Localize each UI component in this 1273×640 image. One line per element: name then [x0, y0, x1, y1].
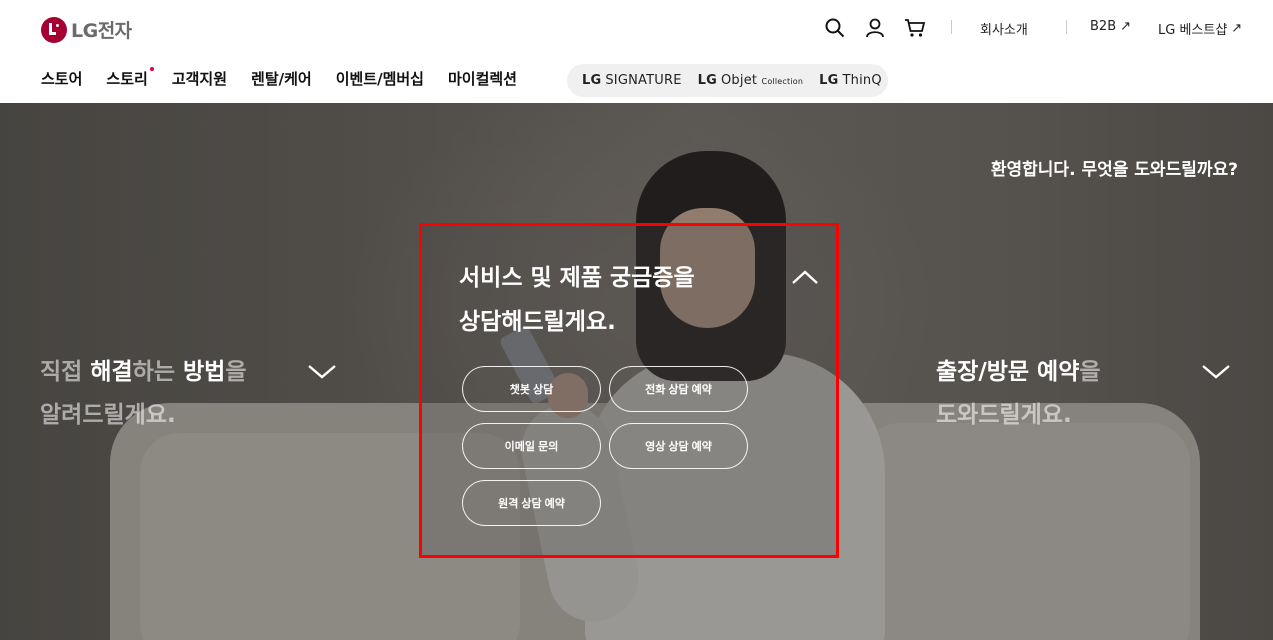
- self-solve-line2: 알려드릴게요.: [40, 402, 176, 428]
- video-consult-button[interactable]: 영상 상담 예약: [609, 423, 748, 469]
- chatbot-consult-button[interactable]: 챗봇 상담: [462, 366, 601, 412]
- support-hero: 환영합니다. 무엇을 도와드릴까요? 직접 해결하는 방법을 알려드릴게요. 서…: [0, 103, 1273, 640]
- remote-consult-button[interactable]: 원격 상담 예약: [462, 480, 601, 526]
- brand-thinq-link[interactable]: LG ThinQ: [819, 73, 882, 88]
- phone-consult-button[interactable]: 전화 상담 예약: [609, 366, 748, 412]
- user-icon[interactable]: [863, 16, 887, 40]
- brand-name: Objet: [721, 73, 758, 88]
- lg-logo-mark-icon: [41, 16, 67, 43]
- b2b-label: B2B: [1090, 19, 1117, 34]
- brand-signature-link[interactable]: LG SIGNATURE: [582, 73, 682, 88]
- title-highlight-text: 방법: [182, 359, 226, 385]
- nav-item-story-label: 스토리: [106, 70, 148, 88]
- title-highlight-text: 해결: [90, 359, 133, 385]
- visit-booking-line2: 도와드릴게요.: [936, 402, 1072, 428]
- brand-lg-mark: LG: [582, 73, 602, 88]
- title-dim-text: 하는: [132, 359, 183, 385]
- brand-objet-link[interactable]: LG Objet Collection: [698, 73, 803, 88]
- consult-panel: 서비스 및 제품 궁금증을 상담해드릴게요. 챗봇 상담 전화 상담 예약 이메…: [419, 223, 839, 558]
- lg-logo[interactable]: LG전자: [41, 16, 132, 43]
- util-divider: [951, 20, 952, 34]
- external-arrow-icon: ↗: [1120, 19, 1132, 34]
- brand-lg-mark: LG: [819, 73, 839, 88]
- nav-item-support[interactable]: 고객지원: [172, 68, 227, 89]
- brand-name: SIGNATURE: [605, 73, 682, 88]
- consult-title: 서비스 및 제품 궁금증을 상담해드릴게요.: [459, 256, 695, 344]
- chevron-down-icon[interactable]: [306, 361, 338, 381]
- site-header: LG전자 회사소개 B2B ↗ LG 베스트샵 ↗ 스토어 스토리 고객지원 렌…: [0, 0, 1273, 103]
- visit-booking-line1: 출장/방문 예약을: [936, 351, 1101, 394]
- chevron-down-icon[interactable]: [1200, 361, 1232, 381]
- nav-item-my-collection[interactable]: 마이컬렉션: [448, 68, 517, 89]
- title-dim-text: 을: [225, 359, 247, 385]
- company-intro-label: 회사소개: [980, 23, 1028, 38]
- email-inquiry-button[interactable]: 이메일 문의: [462, 423, 601, 469]
- title-dim-text: 직접: [40, 359, 91, 385]
- new-badge-dot: [149, 67, 154, 71]
- bestshop-link[interactable]: LG 베스트샵 ↗: [1158, 19, 1242, 38]
- self-solve-title[interactable]: 직접 해결하는 방법을 알려드릴게요.: [40, 351, 246, 437]
- logo-text: LG전자: [71, 20, 132, 42]
- consult-title-line1: 서비스 및 제품 궁금증을: [459, 265, 695, 291]
- b2b-link[interactable]: B2B ↗: [1090, 19, 1131, 34]
- main-nav: 스토어 스토리 고객지원 렌탈/케어 이벤트/멤버십 마이컬렉션: [41, 67, 541, 89]
- visit-booking-title[interactable]: 출장/방문 예약을 도와드릴게요.: [936, 351, 1101, 437]
- nav-item-event[interactable]: 이벤트/멤버십: [336, 68, 424, 89]
- external-arrow-icon: ↗: [1231, 21, 1243, 36]
- bestshop-label: LG 베스트샵: [1158, 23, 1228, 38]
- brand-name: ThinQ: [842, 73, 882, 88]
- nav-item-store[interactable]: 스토어: [41, 68, 82, 89]
- brand-lg-mark: LG: [697, 73, 717, 88]
- consult-title-line2: 상담해드릴게요.: [459, 309, 616, 335]
- self-solve-line1: 직접 해결하는 방법을: [40, 351, 246, 394]
- company-intro-link[interactable]: 회사소개: [980, 19, 1028, 38]
- title-dim-text: 을: [1079, 359, 1101, 385]
- cart-icon[interactable]: [903, 16, 927, 40]
- chevron-up-icon[interactable]: [790, 268, 820, 286]
- util-divider: [1066, 20, 1067, 34]
- brand-sub: Collection: [761, 77, 804, 86]
- brand-pill: LG SIGNATURE LG Objet Collection LG ThinQ: [567, 64, 888, 97]
- title-highlight-text: 출장/방문 예약: [936, 359, 1080, 385]
- nav-item-rental[interactable]: 렌탈/케어: [251, 68, 312, 89]
- welcome-text: 환영합니다. 무엇을 도와드릴까요?: [990, 160, 1238, 180]
- nav-item-story[interactable]: 스토리: [106, 67, 154, 89]
- search-icon[interactable]: [823, 16, 847, 40]
